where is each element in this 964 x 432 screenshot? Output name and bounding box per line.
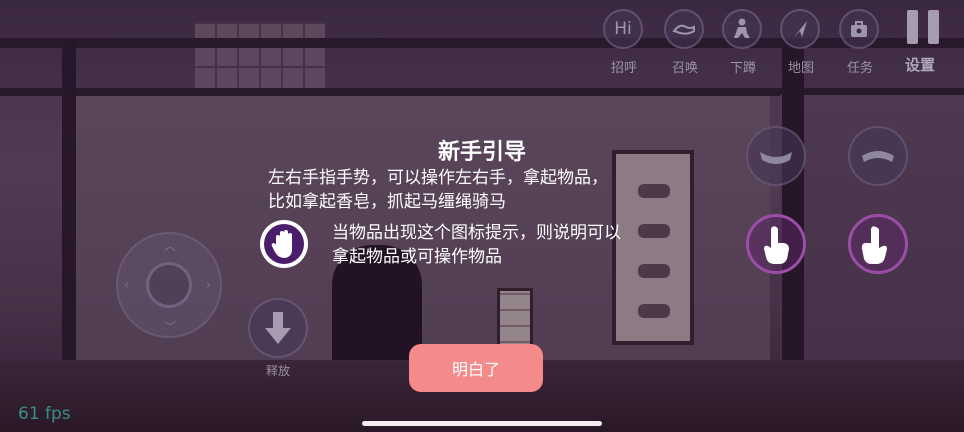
menu-task-label: 任务	[846, 61, 873, 76]
pointing-hand-icon	[861, 226, 887, 264]
release-label: 释放	[265, 364, 290, 378]
hi-icon-text: Hi	[614, 19, 632, 39]
tutorial-text-line4: 拿起物品或可操作物品	[332, 247, 502, 267]
menu-summon-label: 召唤	[671, 61, 698, 76]
fps-counter: 61 fps	[18, 404, 71, 424]
tutorial-text-line3: 当物品出现这个图标提示，则说明可以	[332, 223, 621, 243]
settings-button[interactable]: 设置	[890, 0, 950, 78]
confirm-button[interactable]: 明白了	[409, 344, 543, 392]
summon-hand-icon	[664, 9, 704, 49]
joystick-up-arrow-icon: ︿	[164, 239, 177, 253]
map-arrow-icon	[780, 9, 820, 49]
tutorial-text-line2: 比如拿起香皂，抓起马缰绳骑马	[268, 192, 506, 212]
hi-icon: Hi	[603, 9, 643, 49]
crouch-icon	[722, 9, 762, 49]
joystick-left-arrow-icon: ‹	[124, 278, 129, 292]
menu-crouch-label: 下蹲	[729, 61, 756, 76]
menu-summon-button[interactable]: 召唤	[655, 0, 715, 78]
settings-label: 设置	[904, 56, 935, 74]
tutorial-text-line1: 左右手指手势，可以操作左右手，拿起物品，	[268, 168, 608, 188]
joystick-knob[interactable]	[146, 262, 192, 308]
joystick-right-arrow-icon: ›	[206, 278, 211, 292]
joystick-down-arrow-icon: ﹀	[164, 320, 177, 334]
home-indicator[interactable]	[362, 421, 602, 426]
release-button[interactable]	[248, 298, 308, 358]
menu-map-button[interactable]: 地图	[771, 0, 831, 78]
grab-hand-icon	[260, 220, 308, 268]
tutorial-title: 新手引导	[437, 140, 526, 165]
down-arrow-icon	[265, 312, 291, 344]
menu-greet-label: 招呼	[610, 61, 637, 76]
menu-task-button[interactable]: 任务	[830, 0, 890, 78]
right-hand-grab-button[interactable]	[848, 214, 908, 274]
task-bag-icon	[839, 9, 879, 49]
menu-crouch-button[interactable]: 下蹲	[713, 0, 773, 78]
pause-icon	[907, 10, 941, 44]
menu-greet-button[interactable]: Hi 招呼	[594, 0, 654, 78]
left-hand-grab-button[interactable]	[746, 214, 806, 274]
pointing-hand-icon	[764, 226, 789, 264]
menu-map-label: 地图	[787, 61, 814, 76]
movement-joystick[interactable]: ︿ ﹀ ‹ ›	[116, 232, 222, 338]
